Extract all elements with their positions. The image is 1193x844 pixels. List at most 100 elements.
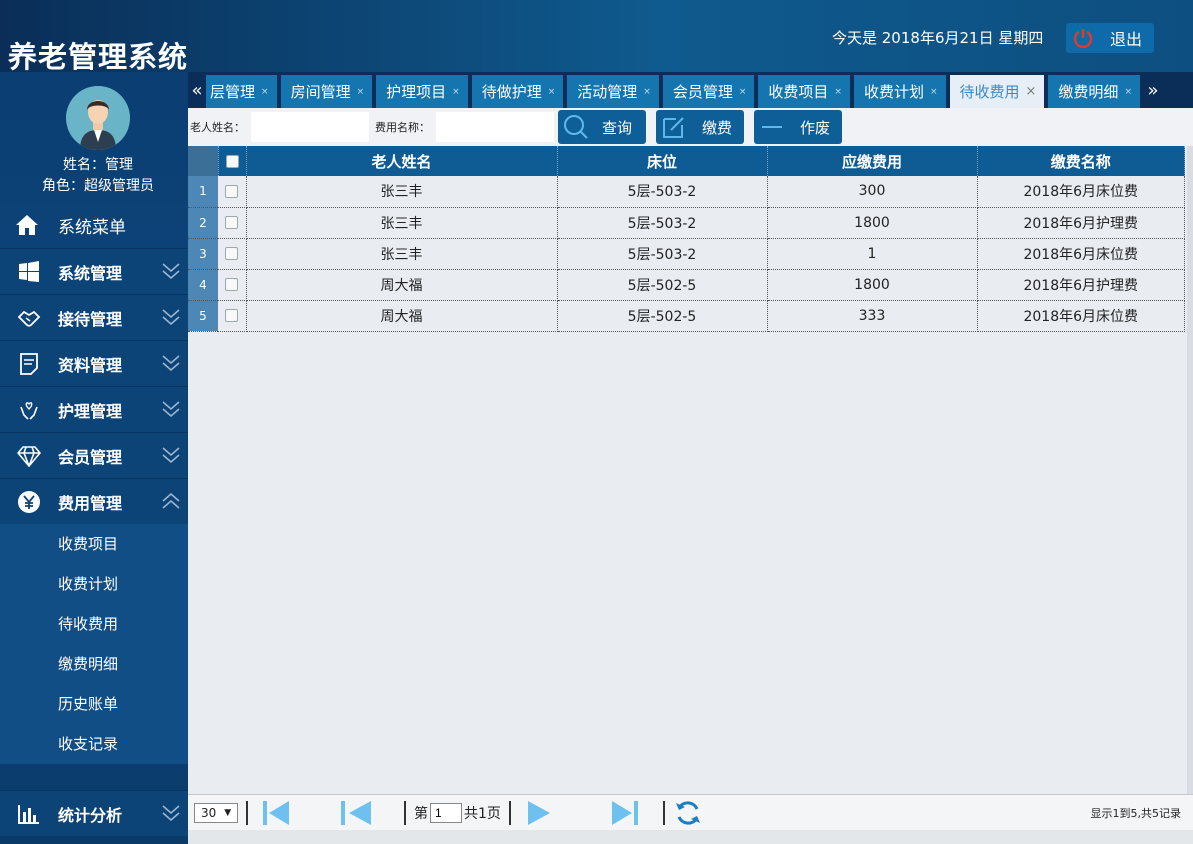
chevron-down-icon [162,445,180,469]
row-checkbox[interactable] [225,184,239,198]
elder-name-input[interactable] [251,112,369,142]
page-size-select[interactable]: 30 ▼ [194,802,238,823]
cell-fee-name: 2018年6月床位费 [977,238,1185,270]
table-row[interactable]: 4 周大福 5层-502-5 1800 2018年6月护理费 [188,269,1185,301]
care-hands-icon [16,397,42,423]
tab-todo-nursing[interactable]: 待做护理 × [471,75,564,108]
elder-name-label: 老人姓名： [190,121,245,134]
row-number: 2 [188,207,218,239]
refresh-button[interactable] [673,799,703,827]
table-row[interactable]: 5 周大福 5层-502-5 333 2018年6月床位费 [188,300,1185,332]
page-prefix: 第 [414,805,428,822]
close-icon[interactable]: × [452,87,460,97]
tab-fee-items[interactable]: 收费项目 × [758,75,850,108]
tab-label: 收费项目 [768,83,829,101]
cell-name: 张三丰 [246,176,558,208]
windows-icon [16,259,42,285]
refresh-icon [675,800,700,825]
tab-pending-fees[interactable]: 待收费用 × [949,75,1045,108]
row-number: 1 [188,176,218,208]
table-row[interactable]: 1 张三丰 5层-503-2 300 2018年6月床位费 [188,176,1185,208]
next-page-button[interactable] [519,800,559,826]
sidebar-item-records[interactable]: 资料管理 [0,340,188,386]
tab-floor[interactable]: 层管理 × [206,75,277,108]
sidebar-item-label: 费用管理 [58,493,123,513]
row-number: 5 [188,300,218,332]
row-checkbox[interactable] [225,247,239,260]
sidebar-item-fees[interactable]: 费用管理 [0,478,188,524]
avatar [66,86,130,150]
close-icon[interactable]: × [357,87,365,97]
row-checkbox-cell [218,176,247,208]
tab-label: 待收费用 [959,83,1020,101]
tab-label: 待做护理 [481,83,542,101]
tab-payment-details[interactable]: 缴费明细 × [1048,75,1140,108]
cell-name: 周大福 [246,269,558,301]
submenu-item-fee-plan[interactable]: 收费计划 [0,564,188,604]
fees-submenu: 收费项目 收费计划 待收费用 缴费明细 历史账单 收支记录 [0,524,188,764]
document-icon [16,351,42,377]
column-header-amount[interactable]: 应缴费用 [767,146,978,176]
void-button[interactable]: 作废 [754,110,842,144]
sidebar-item-statistics[interactable]: 统计分析 [0,790,188,836]
chevron-down-icon [162,399,180,423]
row-checkbox[interactable] [225,309,239,322]
column-header-bed[interactable]: 床位 [557,146,768,176]
last-page-button[interactable] [595,800,655,826]
tab-activities[interactable]: 活动管理 × [567,75,659,108]
tab-rooms[interactable]: 房间管理 × [280,75,373,108]
submenu-item-payment-details[interactable]: 缴费明细 [0,644,188,684]
cell-fee-name: 2018年6月护理费 [977,207,1185,239]
status-strip [188,830,1193,844]
logout-button[interactable]: 退出 [1066,23,1154,53]
sidebar-item-system[interactable]: 系统管理 [0,248,188,294]
close-icon[interactable]: × [1124,87,1132,97]
close-icon[interactable]: × [930,87,938,97]
fee-name-input[interactable] [436,112,554,142]
tab-members[interactable]: 会员管理 × [662,75,755,108]
page-number-input[interactable] [430,802,462,823]
tab-scroll-right[interactable]: » [1144,72,1162,108]
chevron-down-icon [162,803,180,827]
select-all-cell [218,146,247,176]
query-button[interactable]: 查询 [558,110,646,144]
app-title: 养老管理系统 [8,40,189,74]
cell-name: 张三丰 [246,238,558,270]
row-checkbox[interactable] [225,278,239,291]
table-row[interactable]: 2 张三丰 5层-503-2 1800 2018年6月护理费 [188,207,1185,239]
close-icon[interactable]: × [739,87,747,97]
row-checkbox-cell [218,269,247,301]
submenu-item-history-bills[interactable]: 历史账单 [0,684,188,724]
sidebar-item-label: 会员管理 [58,447,123,467]
prev-page-icon [341,800,371,825]
cell-amount: 1800 [767,269,978,301]
submenu-item-fee-items[interactable]: 收费项目 [0,524,188,564]
close-icon[interactable]: × [261,87,269,97]
column-header-name[interactable]: 老人姓名 [246,146,558,176]
close-icon[interactable]: × [1026,84,1037,99]
sidebar-item-nursing[interactable]: 护理管理 [0,386,188,432]
row-number: 3 [188,238,218,270]
tab-fee-plan[interactable]: 收费计划 × [853,75,946,108]
prev-page-button[interactable] [316,800,396,826]
sidebar-item-members[interactable]: 会员管理 [0,432,188,478]
row-checkbox-cell [218,207,247,239]
sidebar-item-reception[interactable]: 接待管理 [0,294,188,340]
yen-icon [16,489,42,515]
column-header-fee-name[interactable]: 缴费名称 [977,146,1185,176]
close-icon[interactable]: × [643,87,651,97]
diamond-icon [16,443,42,469]
close-icon[interactable]: × [834,87,842,97]
tab-nursing-items[interactable]: 护理项目 × [376,75,468,108]
submenu-item-income-expense[interactable]: 收支记录 [0,724,188,764]
close-icon[interactable]: × [548,87,556,97]
system-menu-header: 系统菜单 [0,202,188,248]
row-checkbox[interactable] [225,216,239,229]
table-row[interactable]: 3 张三丰 5层-503-2 1 2018年6月床位费 [188,238,1185,270]
submenu-item-pending-fees[interactable]: 待收费用 [0,604,188,644]
first-page-button[interactable] [256,800,296,826]
pay-button[interactable]: 缴费 [656,110,744,144]
select-all-checkbox[interactable] [225,155,239,168]
tab-scroll-left[interactable]: « [188,72,206,108]
pay-label: 缴费 [702,118,733,137]
